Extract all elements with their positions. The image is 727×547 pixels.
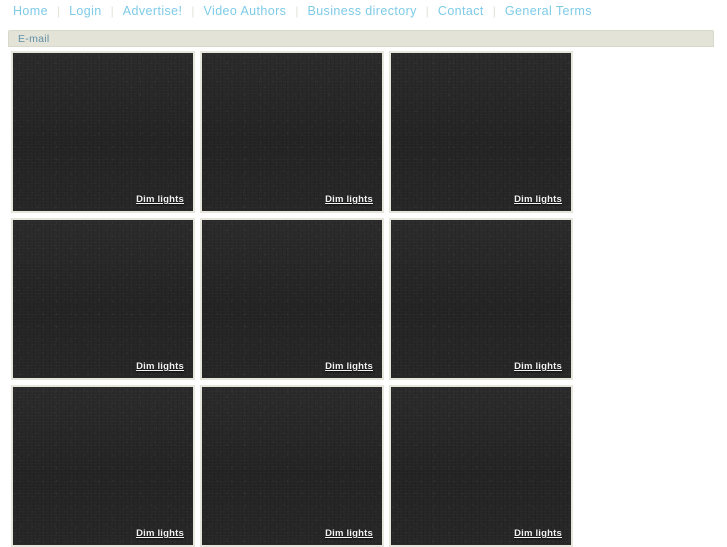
video-player-panel[interactable]: Dim lights [389, 218, 573, 380]
dim-lights-link[interactable]: Dim lights [325, 194, 373, 205]
nav-link-login[interactable]: Login [69, 4, 102, 18]
video-player-panel[interactable]: Dim lights [200, 218, 384, 380]
nav-separator: | [191, 4, 195, 18]
dim-lights-link[interactable]: Dim lights [325, 528, 373, 539]
video-grid: Dim lights Dim lights Dim lights Dim lig… [0, 51, 727, 547]
dim-lights-link[interactable]: Dim lights [325, 361, 373, 372]
video-player-panel[interactable]: Dim lights [11, 51, 195, 213]
nav-separator: | [492, 4, 496, 18]
dim-lights-link[interactable]: Dim lights [514, 361, 562, 372]
nav-separator: | [425, 4, 429, 18]
nav-link-home[interactable]: Home [13, 4, 48, 18]
nav-separator: | [110, 4, 114, 18]
video-player-panel[interactable]: Dim lights [11, 385, 195, 547]
nav-link-video-authors[interactable]: Video Authors [204, 4, 287, 18]
video-player-panel[interactable]: Dim lights [200, 385, 384, 547]
nav-link-advertise[interactable]: Advertise! [123, 4, 183, 18]
video-grid-row: Dim lights Dim lights Dim lights [11, 385, 727, 547]
video-player-panel[interactable]: Dim lights [11, 218, 195, 380]
video-player-panel[interactable]: Dim lights [389, 51, 573, 213]
video-player-panel[interactable]: Dim lights [200, 51, 384, 213]
nav-separator: | [56, 4, 61, 18]
dim-lights-link[interactable]: Dim lights [514, 194, 562, 205]
dim-lights-link[interactable]: Dim lights [136, 528, 184, 539]
dim-lights-link[interactable]: Dim lights [136, 194, 184, 205]
dim-lights-link[interactable]: Dim lights [514, 528, 562, 539]
video-grid-row: Dim lights Dim lights Dim lights [11, 218, 727, 380]
nav-separator: | [295, 4, 299, 18]
video-grid-row: Dim lights Dim lights Dim lights [11, 51, 727, 213]
top-navigation-bar: Home | Login | Advertise! | Video Author… [0, 0, 727, 22]
nav-link-general-terms[interactable]: General Terms [505, 4, 592, 18]
nav-link-contact[interactable]: Contact [438, 4, 484, 18]
dim-lights-link[interactable]: Dim lights [136, 361, 184, 372]
video-player-panel[interactable]: Dim lights [389, 385, 573, 547]
nav-link-business-directory[interactable]: Business directory [307, 4, 416, 18]
email-link[interactable]: E-mail [18, 33, 50, 45]
email-bar: E-mail [8, 30, 714, 47]
